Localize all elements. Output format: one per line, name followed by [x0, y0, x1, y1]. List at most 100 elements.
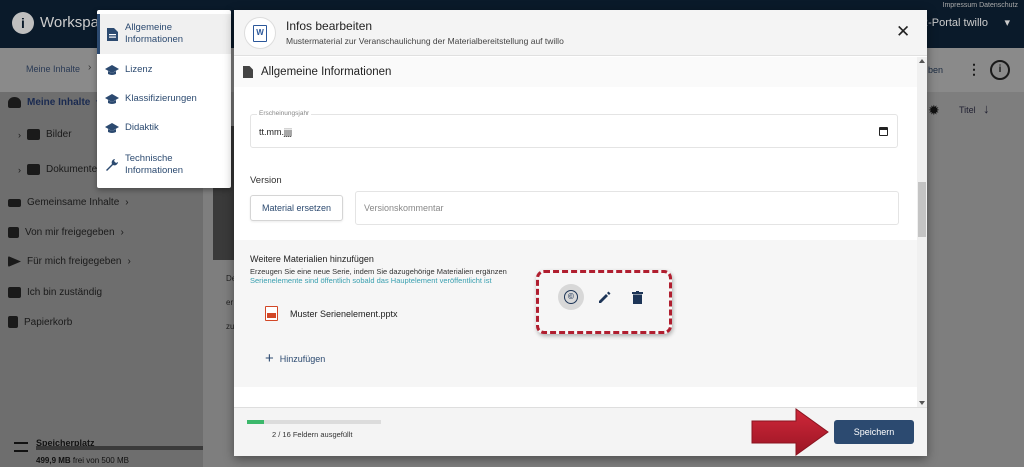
version-comment-input[interactable]	[355, 191, 899, 225]
arrow-down-icon[interactable]: ↓	[983, 101, 990, 116]
graduation-cap-icon	[105, 121, 119, 135]
publication-year-field[interactable]: Erscheinungsjahr tt.mm.jjjj	[250, 110, 898, 148]
menu-item-label: Didaktik	[125, 122, 159, 133]
sidebar-item-von-mir-freigegeben[interactable]: Von mir freigegeben ›	[8, 227, 124, 238]
menu-item-lizenz[interactable]: Lizenz	[97, 60, 231, 80]
person-icon	[8, 97, 21, 108]
scroll-down-icon[interactable]	[919, 401, 925, 405]
chevron-right-icon: ›	[18, 129, 21, 140]
file-name: Muster Serienelement.pptx	[290, 308, 398, 319]
dialog-body: Erscheinungsjahr tt.mm.jjjj Version Mate…	[234, 87, 917, 407]
scrollbar[interactable]	[917, 57, 927, 407]
chevron-right-icon: ›	[18, 164, 21, 175]
section-header: Allgemeine Informationen	[234, 57, 917, 87]
send-icon	[8, 256, 21, 267]
sidebar-item-meine-inhalte[interactable]: Meine Inhalte ▾	[8, 97, 101, 108]
document-icon	[105, 27, 119, 41]
menu-item-allgemeine-informationen[interactable]: Allgemeine Informationen	[97, 14, 231, 54]
sidebar-item-label: Dokumente	[46, 164, 98, 175]
menu-item-technische-informationen[interactable]: Technische Informationen	[97, 148, 231, 182]
more-vert-icon[interactable]: ⋮	[967, 61, 981, 78]
storage-icon	[14, 442, 28, 452]
more-materials-hint: Serienelemente sind öffentlich sobald da…	[250, 276, 492, 285]
menu-item-didaktik[interactable]: Didaktik	[97, 118, 231, 138]
chevron-right-icon: ›	[120, 227, 124, 238]
info-logo-icon: i	[12, 12, 34, 34]
folder-icon	[27, 129, 40, 140]
gear-icon[interactable]: ✹	[928, 102, 940, 119]
field-label: Erscheinungsjahr	[257, 110, 312, 117]
sidebar-item-label: Gemeinsame Inhalte	[27, 197, 120, 208]
sidebar-item-label: Meine Inhalte	[27, 97, 91, 108]
chevron-right-icon: ›	[88, 62, 92, 73]
info-icon[interactable]: i	[990, 60, 1010, 80]
sidebar-item-label: Ich bin zuständig	[27, 287, 103, 298]
storage-indicator: Speicherplatz 499,9 MB frei von 500 MB	[14, 438, 214, 465]
dialog-header: W Infos bearbeiten Mustermaterial zur Ve…	[234, 10, 927, 56]
card-text-partial: er	[226, 298, 234, 307]
share-icon	[8, 227, 19, 238]
inbox-icon	[8, 287, 21, 298]
dialog-title: Infos bearbeiten	[286, 19, 373, 33]
word-file-icon: W	[244, 17, 276, 49]
sidebar-item-label: Papierkorb	[24, 316, 73, 328]
trash-icon	[631, 290, 643, 304]
dialog-subtitle: Mustermaterial zur Veranschaulichung der…	[286, 36, 564, 46]
scroll-up-icon[interactable]	[919, 59, 925, 63]
group-icon	[8, 198, 21, 207]
chevron-down-icon[interactable]: ▾	[1004, 16, 1010, 29]
more-materials-description: Erzeugen Sie eine neue Serie, indem Sie …	[250, 267, 507, 276]
section-menu: Allgemeine Informationen Lizenz Klassifi…	[97, 10, 231, 188]
field-value: tt.mm.jjjj	[259, 127, 292, 137]
sidebar-item-label: Bilder	[46, 129, 72, 140]
series-file-row: Muster Serienelement.pptx	[265, 306, 398, 321]
menu-item-klassifizierungen[interactable]: Klassifizierungen	[97, 89, 231, 109]
add-material-button[interactable]: + Hinzufügen	[265, 350, 326, 367]
sidebar-item-ich-bin-zustaendig[interactable]: Ich bin zuständig	[8, 287, 102, 298]
license-button[interactable]: ©	[558, 284, 584, 310]
sidebar-item-label: Von mir freigegeben	[25, 227, 115, 238]
add-label: Hinzufügen	[279, 354, 326, 364]
copyright-icon: ©	[564, 290, 578, 304]
save-button[interactable]: Speichern	[834, 420, 914, 444]
scrollbar-thumb[interactable]	[918, 182, 926, 237]
close-icon[interactable]: ✕	[896, 22, 910, 42]
sidebar-item-papierkorb[interactable]: Papierkorb	[8, 316, 72, 328]
menu-item-label: Lizenz	[125, 64, 153, 75]
partial-button-label[interactable]: ben	[928, 65, 943, 75]
sidebar-item-label: Für mich freigegeben	[27, 256, 122, 267]
progress-bar	[247, 420, 381, 424]
breadcrumb[interactable]: Meine Inhalte	[26, 64, 80, 74]
chevron-right-icon: ›	[127, 256, 131, 267]
edit-info-dialog: W Infos bearbeiten Mustermaterial zur Ve…	[234, 10, 927, 456]
sidebar-item-bilder[interactable]: › Bilder	[18, 129, 72, 140]
menu-item-label: Technische Informationen	[125, 153, 184, 176]
edit-button[interactable]	[591, 284, 617, 310]
calendar-icon[interactable]	[879, 127, 888, 136]
replace-material-button[interactable]: Material ersetzen	[250, 195, 343, 221]
sidebar-item-dokumente[interactable]: › Dokumente	[18, 164, 97, 175]
menu-item-label: Klassifizierungen	[125, 93, 197, 104]
sidebar-item-gemeinsame-inhalte[interactable]: Gemeinsame Inhalte ›	[8, 197, 129, 208]
pointer-arrow	[751, 408, 829, 456]
folder-icon	[27, 164, 40, 175]
document-icon	[243, 66, 253, 78]
pencil-icon	[598, 291, 610, 303]
pptx-file-icon	[265, 306, 278, 321]
sort-label[interactable]: Titel	[959, 105, 976, 115]
graduation-cap-icon	[105, 63, 119, 77]
graduation-cap-icon	[105, 92, 119, 106]
menu-item-label: Allgemeine Informationen	[125, 22, 184, 45]
delete-button[interactable]	[624, 284, 650, 310]
imprint-links[interactable]: Impressum Datenschutz	[943, 2, 1018, 9]
storage-text: 499,9 MB frei von 500 MB	[36, 456, 129, 465]
section-title: Allgemeine Informationen	[261, 66, 392, 78]
chevron-right-icon: ›	[125, 197, 129, 208]
more-materials-title: Weitere Materialien hinzufügen	[250, 254, 374, 264]
sidebar-item-fuer-mich-freigegeben[interactable]: Für mich freigegeben ›	[8, 256, 131, 267]
progress-text: 2 / 16 Feldern ausgefüllt	[272, 430, 353, 439]
version-label: Version	[250, 175, 282, 186]
storage-bar	[36, 446, 214, 450]
trash-icon	[8, 316, 18, 328]
plus-icon: +	[265, 350, 274, 367]
